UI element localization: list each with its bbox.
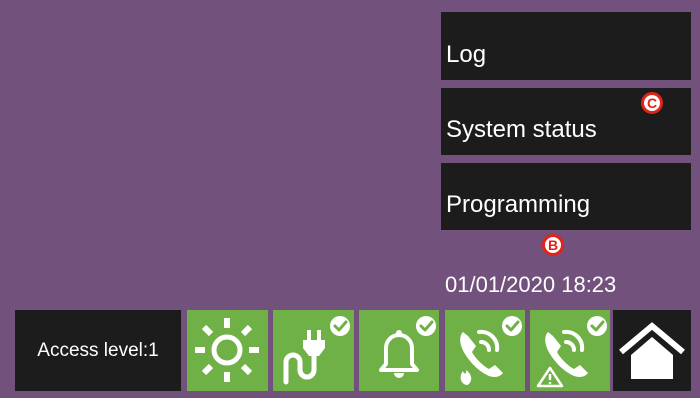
sun-status-tile[interactable] bbox=[187, 310, 268, 391]
check-icon bbox=[416, 316, 436, 336]
home-button[interactable] bbox=[613, 310, 691, 391]
check-icon bbox=[587, 316, 607, 336]
log-button-label: Log bbox=[446, 41, 487, 68]
system-status-button-label: System status bbox=[446, 116, 597, 143]
fault-dialer-status-tile[interactable] bbox=[530, 310, 610, 391]
sun-icon bbox=[195, 318, 259, 382]
phone-fire-icon bbox=[460, 316, 522, 385]
alarm-status-tile[interactable] bbox=[359, 310, 439, 391]
fire-dialer-status-tile[interactable] bbox=[445, 310, 525, 391]
letter-b-badge: B bbox=[542, 234, 564, 256]
date-time-display: 01/01/2020 18:23 bbox=[445, 272, 617, 297]
programming-button[interactable]: Programming bbox=[441, 163, 691, 230]
access-level-indicator: Access level:1 bbox=[15, 310, 181, 391]
bell-icon bbox=[379, 316, 436, 378]
check-icon bbox=[330, 316, 350, 336]
phone-fault-icon bbox=[536, 316, 607, 388]
control-panel-screen: Log System status C Programming B 01/01/… bbox=[0, 0, 700, 398]
home-icon bbox=[619, 322, 685, 379]
letter-c-badge: C bbox=[641, 92, 663, 114]
log-button[interactable]: Log bbox=[441, 12, 691, 80]
check-icon bbox=[502, 316, 522, 336]
access-level-label: Access level:1 bbox=[37, 339, 159, 361]
power-plug-icon bbox=[283, 316, 350, 385]
programming-button-label: Programming bbox=[446, 191, 591, 218]
power-status-tile[interactable] bbox=[273, 310, 354, 391]
